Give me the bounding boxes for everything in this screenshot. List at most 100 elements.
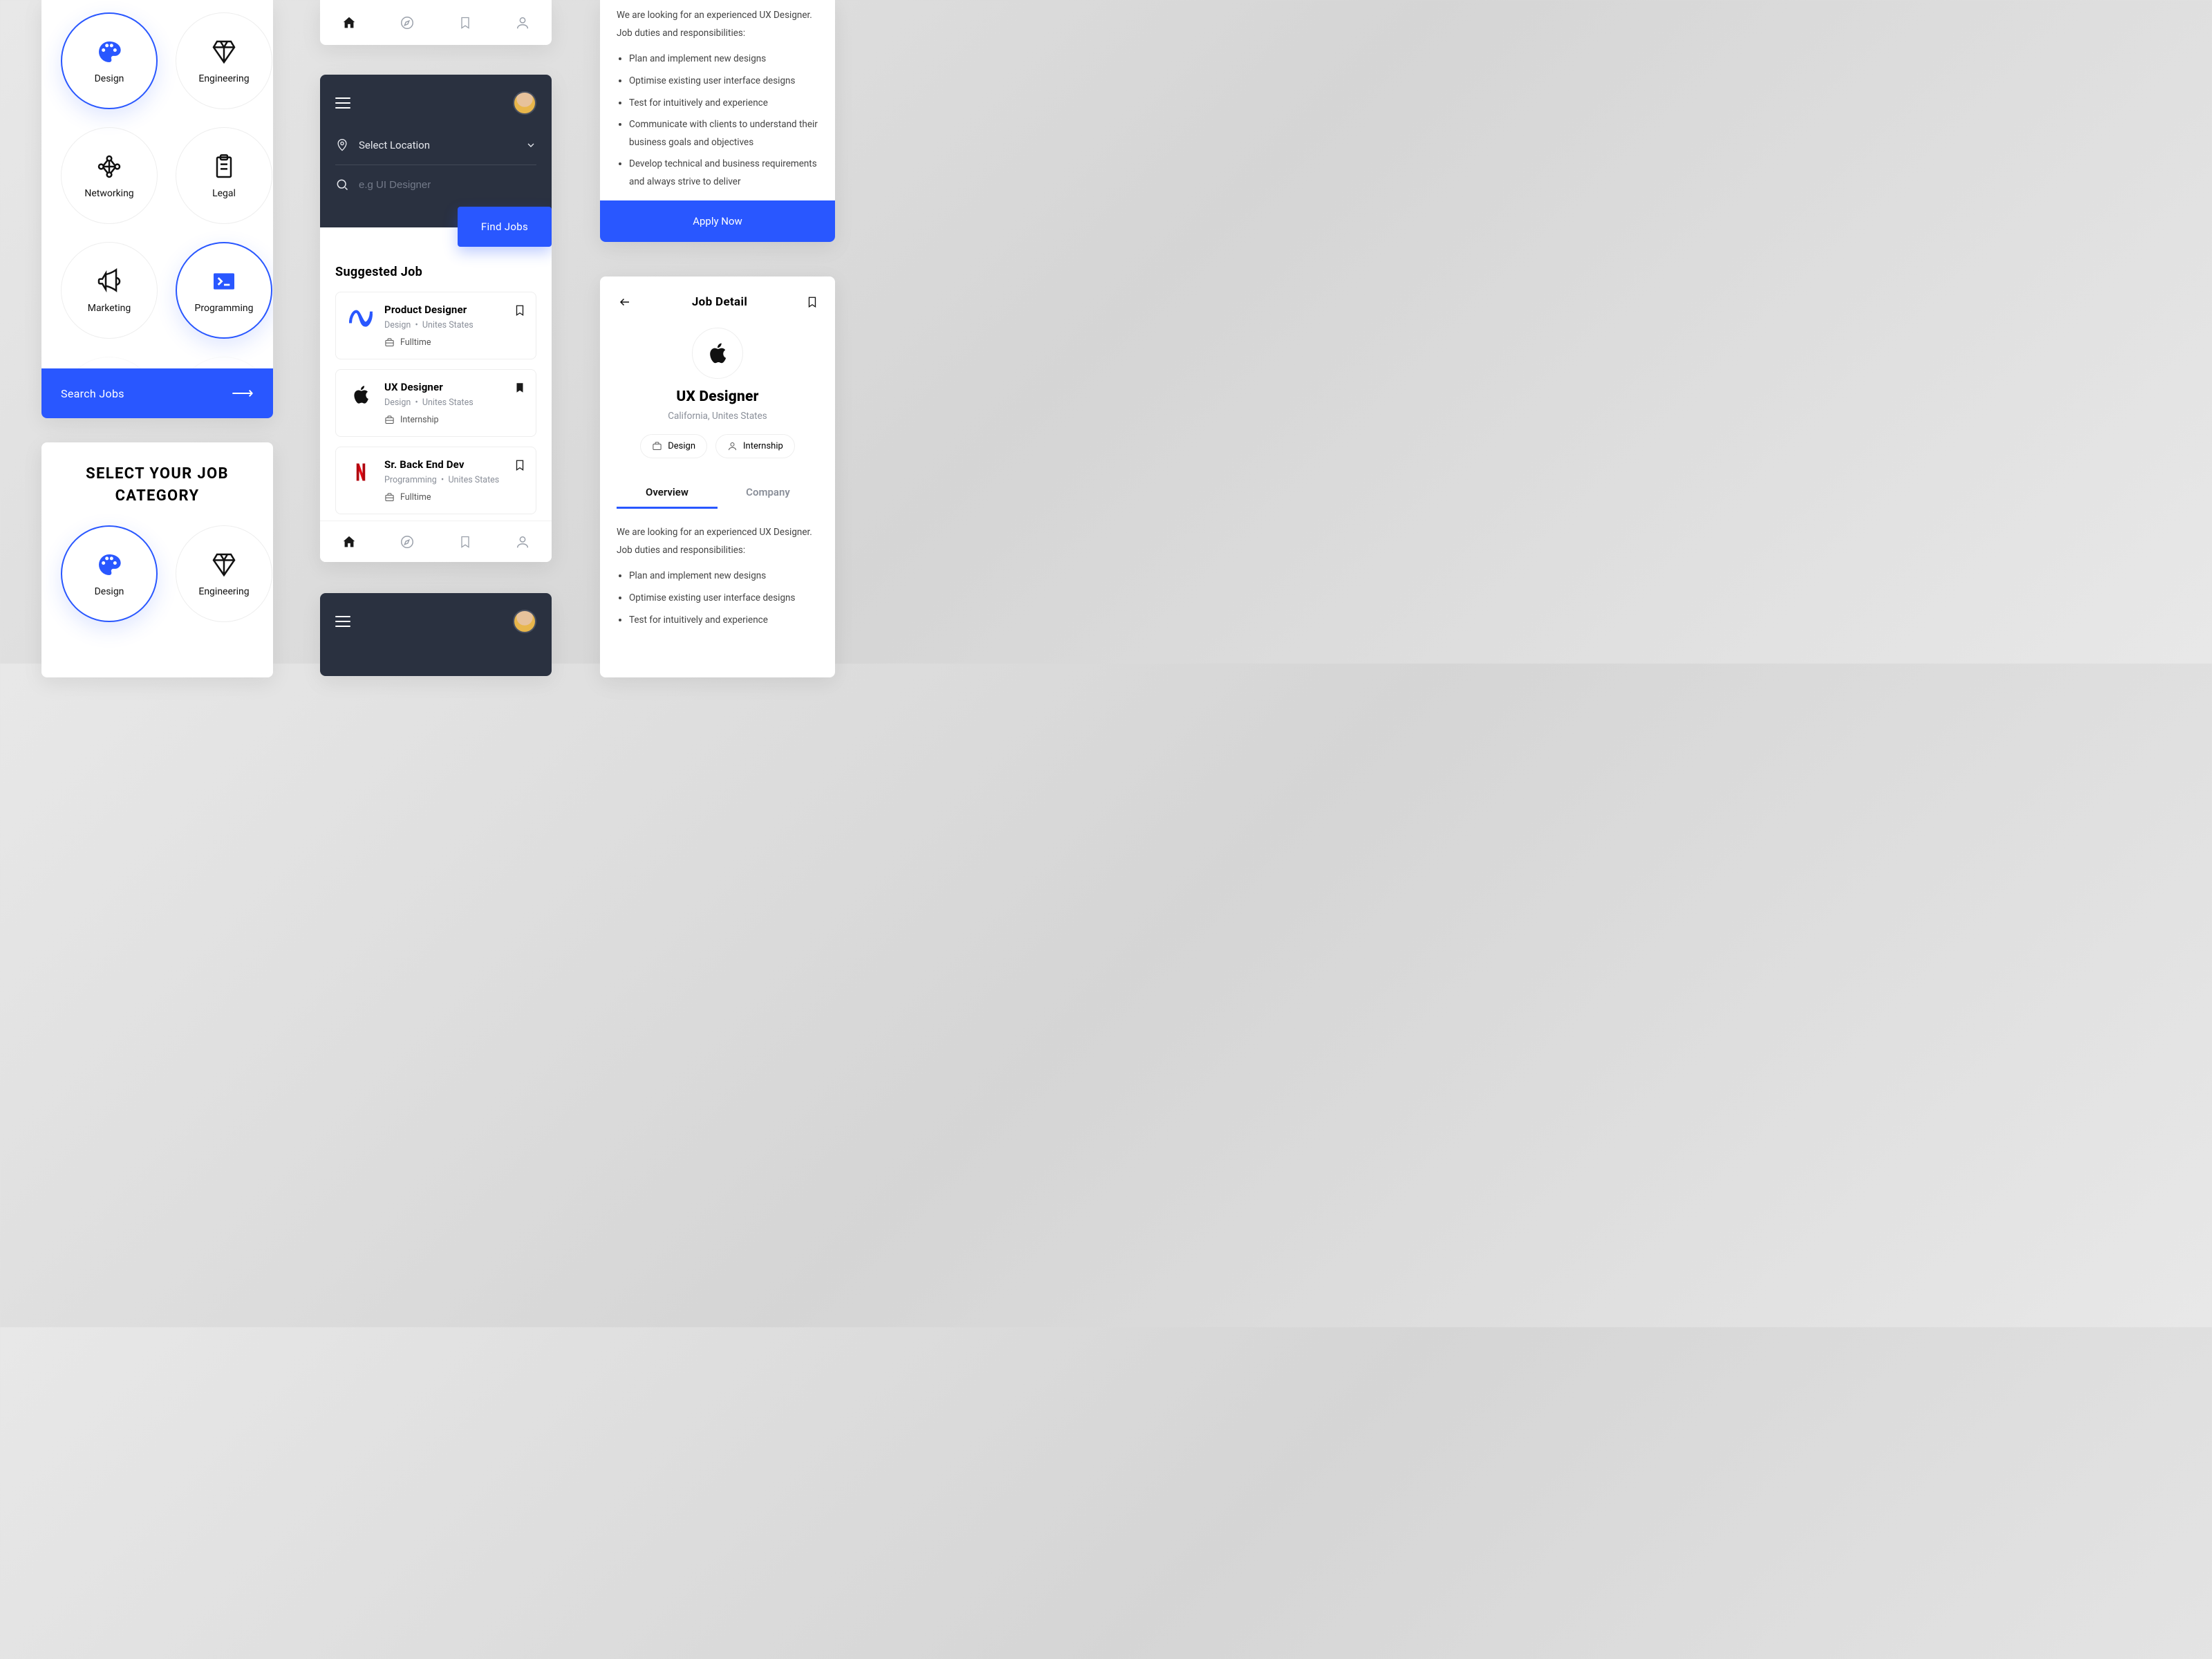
job-description: We are looking for an experienced UX Des… [617, 509, 818, 629]
category-engineering[interactable]: Engineering [176, 525, 272, 622]
nav-compass-icon[interactable] [400, 15, 415, 30]
job-title: Sr. Back End Dev [384, 458, 525, 471]
tab-company[interactable]: Company [718, 478, 818, 509]
job-description: We are looking for an experienced UX Des… [617, 0, 818, 191]
type-chip[interactable]: Internship [715, 434, 795, 458]
job-card[interactable]: Product Designer Design • Unites States … [335, 292, 536, 359]
search-jobs-label: Search Jobs [61, 387, 124, 400]
job-detail-panel: Job Detail UX Designer California, Unite… [600, 276, 835, 677]
description-bullet: Test for intuitively and experience [629, 95, 818, 113]
apple-logo-icon [347, 381, 375, 409]
find-jobs-button[interactable]: Find Jobs [458, 207, 552, 247]
description-bullet: Develop technical and business requireme… [629, 156, 818, 191]
detail-tabs: Overview Company [617, 478, 818, 509]
search-header: Select Location Find Jobs [320, 75, 552, 227]
job-card[interactable]: Sr. Back End Dev Programming • Unites St… [335, 447, 536, 514]
bookmark-icon[interactable] [514, 303, 526, 317]
description-bullet: Communicate with clients to understand t… [629, 116, 818, 151]
nav-home-icon[interactable] [341, 534, 357, 550]
nav-compass-icon[interactable] [400, 534, 415, 550]
back-icon[interactable] [617, 296, 633, 308]
description-bullet: Test for intuitively and experience [629, 612, 818, 630]
nav-profile-icon[interactable] [515, 534, 530, 550]
diamond-icon [209, 550, 238, 579]
description-bullet: Optimise existing user interface designs [629, 590, 818, 608]
category-engineering[interactable]: Engineering [176, 12, 272, 109]
nav-profile-icon[interactable] [515, 15, 530, 30]
category-chip[interactable]: Design [640, 434, 707, 458]
menu-icon[interactable] [335, 616, 350, 627]
nav-home-icon[interactable] [341, 15, 357, 30]
category-label: Networking [84, 188, 133, 199]
categories-grid: Design Engineering [41, 507, 273, 622]
briefcase-icon [384, 337, 395, 348]
network-icon [95, 152, 124, 181]
arrow-right-icon: ⟶ [232, 385, 254, 402]
category-design[interactable]: Design [61, 12, 158, 109]
panel-title: SELECT YOUR JOB CATEGORY [41, 463, 273, 507]
company-logo [692, 328, 743, 379]
tab-bar [320, 521, 552, 562]
category-programming[interactable]: Programming [176, 242, 272, 339]
search-input[interactable] [359, 179, 536, 191]
category-label: Design [95, 586, 124, 597]
diamond-icon [209, 37, 238, 66]
description-intro: We are looking for an experienced UX Des… [617, 7, 818, 42]
job-type: Fulltime [400, 492, 431, 503]
categories-grid: Design Engineering Networking Legal Mark… [41, 0, 273, 418]
job-title: UX Designer [617, 388, 818, 405]
pin-icon [335, 138, 349, 152]
avatar[interactable] [513, 610, 536, 633]
category-marketing[interactable]: Marketing [61, 242, 158, 339]
search-header-repeat [320, 593, 552, 676]
job-type: Fulltime [400, 337, 431, 348]
avatar[interactable] [513, 91, 536, 115]
user-icon [727, 441, 738, 451]
job-card[interactable]: UX Designer Design • Unites States Inter… [335, 369, 536, 437]
description-intro: We are looking for an experienced UX Des… [617, 524, 818, 559]
briefcase-icon [652, 441, 662, 451]
meta-logo-icon [347, 303, 375, 331]
category-label: Engineering [198, 586, 249, 597]
palette-icon [95, 550, 124, 579]
suggested-section: Suggested Job Product Designer Design • … [320, 227, 552, 514]
tab-overview[interactable]: Overview [617, 478, 718, 509]
suggested-title: Suggested Job [335, 265, 536, 279]
clipboard-icon [209, 152, 238, 181]
job-meta: Programming • Unites States [384, 475, 525, 485]
category-legal[interactable]: Legal [176, 127, 272, 224]
job-title: UX Designer [384, 381, 525, 393]
search-jobs-button[interactable]: Search Jobs ⟶ [41, 368, 273, 418]
bookmark-icon[interactable] [806, 294, 818, 310]
bookmark-filled-icon[interactable] [514, 381, 526, 395]
chevron-down-icon [525, 140, 536, 151]
palette-icon [95, 37, 124, 66]
nav-bookmark-icon[interactable] [458, 15, 472, 30]
bookmark-icon[interactable] [514, 458, 526, 472]
select-category-panel: SELECT YOUR JOB CATEGORY Design Engineer… [41, 442, 273, 677]
nav-bookmark-icon[interactable] [458, 534, 472, 550]
job-description-panel: We are looking for an experienced UX Des… [600, 0, 835, 242]
briefcase-icon [384, 415, 395, 425]
job-meta: Design • Unites States [384, 397, 525, 408]
home-panel: Select Location Find Jobs Suggested Job … [320, 75, 552, 562]
briefcase-icon [384, 492, 395, 503]
job-location: California, Unites States [617, 411, 818, 422]
category-label: Design [95, 73, 124, 84]
category-label: Legal [212, 188, 236, 199]
netflix-logo-icon [347, 458, 375, 486]
location-select[interactable]: Select Location [335, 138, 536, 165]
category-label: Programming [195, 303, 254, 314]
megaphone-icon [95, 267, 124, 296]
job-meta: Design • Unites States [384, 320, 525, 330]
description-bullet: Plan and implement new designs [629, 50, 818, 68]
category-design[interactable]: Design [61, 525, 158, 622]
menu-icon[interactable] [335, 97, 350, 109]
page-title: Job Detail [633, 295, 806, 309]
description-bullet: Optimise existing user interface designs [629, 73, 818, 91]
location-placeholder: Select Location [359, 139, 516, 151]
category-label: Marketing [88, 303, 131, 314]
category-networking[interactable]: Networking [61, 127, 158, 224]
apply-button[interactable]: Apply Now [600, 200, 835, 242]
search-icon [335, 178, 349, 191]
